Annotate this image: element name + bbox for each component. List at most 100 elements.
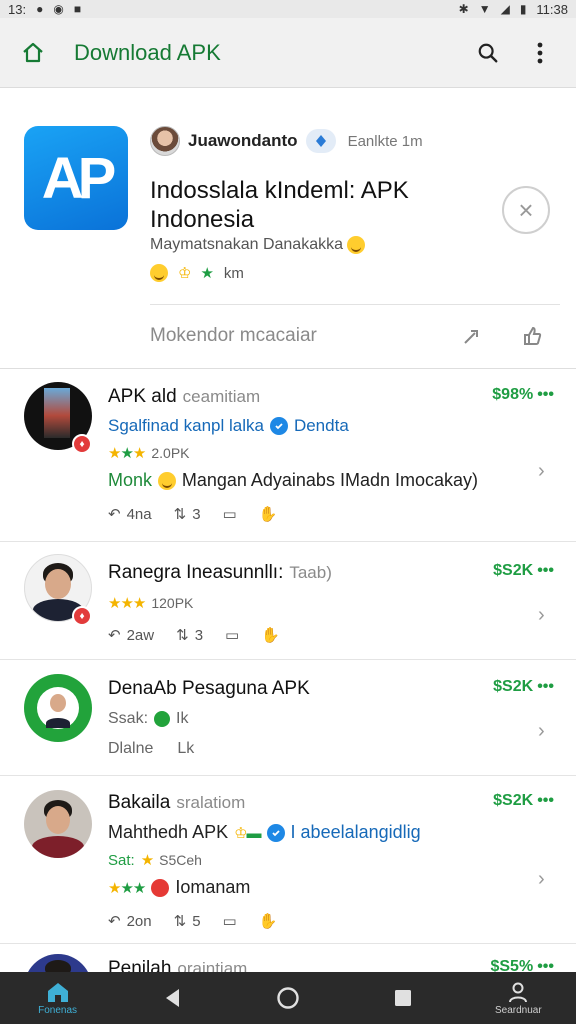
post-content: Ranegra Ineasunnllı: Taab) ★★★ 120PK ↶ 2a…: [108, 562, 478, 644]
repost-button[interactable]: ⇅ 3: [176, 626, 203, 645]
divider: [0, 368, 576, 369]
post-tag[interactable]: Mahthedh APK ♔▬ I abeelalangidlig: [108, 822, 478, 843]
share-icon[interactable]: [454, 318, 490, 354]
stars-icon: ★★★: [108, 879, 146, 897]
like-icon: ✋: [258, 506, 278, 523]
list-item[interactable]: ♦ Ranegra Ineasunnllı: Taab) ★★★ 120PK ↶…: [0, 542, 576, 660]
chevron-right-icon[interactable]: ›: [538, 461, 552, 481]
like-icon[interactable]: [514, 318, 550, 354]
nav-home[interactable]: Fonenas: [18, 972, 98, 1024]
like-button[interactable]: ✋: [261, 626, 280, 644]
list-item[interactable]: ♦ APK ald ceamitiam Sgalfinad kanpl lalk…: [0, 370, 576, 542]
post-title: APK ald ceamitiam: [108, 386, 478, 408]
nav-recents[interactable]: [363, 972, 443, 1024]
verified-icon: [266, 823, 285, 842]
chevron-right-icon[interactable]: ›: [538, 721, 552, 741]
like-button[interactable]: ✋: [259, 912, 278, 930]
battery-icon: ▮: [519, 2, 527, 16]
bookmark-button[interactable]: ▭: [223, 912, 237, 930]
badge-icon: ♦: [72, 434, 92, 454]
post-meta-1: Dlalne: [108, 740, 154, 757]
post-actions: ↶ 2on ⇅ 5 ▭ ✋: [108, 912, 478, 931]
nav-profile[interactable]: Seardnuar: [478, 972, 558, 1024]
list-item[interactable]: DenaAb Pesaguna APK Ssak: Ik Dlalne Lk $…: [0, 660, 576, 776]
status-time-right: 11:38: [536, 1, 568, 17]
avatar[interactable]: [24, 790, 92, 858]
chevron-right-icon[interactable]: ›: [538, 869, 552, 889]
bookmark-button[interactable]: ▭: [223, 505, 237, 523]
like-button[interactable]: ✋: [259, 505, 278, 523]
post-actions: ↶ 4na ⇅ 3 ▭ ✋: [108, 505, 478, 524]
avatar-face: [50, 694, 66, 712]
feature-subtitle: Maymatsnakan Danakakka: [150, 236, 365, 254]
featured-app-card[interactable]: AP Juawondanto Eanlkte 1m Indosslala kIn…: [0, 98, 576, 370]
reply-count: 2on: [126, 912, 152, 930]
post-tag[interactable]: Sgalfinad kanpl lalka Dendta: [108, 416, 478, 436]
reply-icon: ↶: [108, 627, 121, 644]
home-icon[interactable]: [18, 38, 48, 68]
post-title-sub: ceamitiam: [182, 387, 261, 406]
search-icon[interactable]: [470, 35, 506, 71]
verified-icon: [305, 129, 336, 153]
price-tag: $S2K •••: [493, 792, 554, 810]
post-tag-value: Ik: [176, 710, 189, 727]
post-title-sub: Taab): [289, 563, 332, 582]
list-item[interactable]: Bakaila sralatiom Mahthedh APK ♔▬ I abee…: [0, 776, 576, 944]
whatsapp-icon: ◉: [53, 2, 64, 16]
emoji-icon: [151, 878, 170, 897]
post-rating-prefix: Sat:: [108, 851, 135, 869]
post-title-text: Ranegra Ineasunnllı:: [108, 562, 284, 583]
like-icon: ✋: [258, 913, 278, 930]
more-icon[interactable]: •••: [537, 562, 554, 580]
author-avatar[interactable]: [150, 126, 180, 156]
more-vert-icon[interactable]: [522, 35, 558, 71]
more-icon[interactable]: •••: [537, 678, 554, 696]
post-tag: Ssak: Ik: [108, 710, 478, 728]
reply-button[interactable]: ↶ 2aw: [108, 626, 154, 645]
feature-title[interactable]: Indosslala kIndeml: APK Indonesia: [150, 176, 490, 234]
bookmark-icon: ▭: [225, 627, 240, 644]
chevron-right-icon[interactable]: ›: [538, 605, 552, 625]
post-tag-text: Sgalfinad kanpl lalka: [108, 416, 264, 435]
bluetooth-icon: ✱: [458, 2, 469, 16]
page-title: Download APK: [74, 39, 221, 65]
post-rating-text: 2.0PK: [151, 445, 190, 461]
mention-row: Mokendor mcacaiar: [150, 318, 550, 354]
divider: [150, 304, 560, 305]
post-title-text: Bakaila: [108, 792, 171, 813]
post-tag-extra: I abeelalangidlig: [290, 822, 421, 842]
post-content: Bakaila sralatiom Mahthedh APK ♔▬ I abee…: [108, 792, 478, 930]
avatar-body: [46, 718, 70, 728]
reply-button[interactable]: ↶ 4na: [108, 505, 152, 524]
avatar[interactable]: [24, 674, 92, 742]
author-name[interactable]: Juawondanto: [188, 131, 298, 151]
feature-subtitle-text: Maymatsnakan Danakakka: [150, 236, 343, 253]
signal-icon: ◢: [500, 2, 510, 16]
nav-home-label: Fonenas: [38, 1004, 78, 1016]
repost-button[interactable]: ⇅ 3: [173, 505, 201, 524]
reply-button[interactable]: ↶ 2on: [108, 912, 152, 931]
nav-profile-label: Seardnuar: [494, 1004, 542, 1016]
stars-icon: ★★★: [108, 595, 146, 612]
nav-back[interactable]: [133, 972, 213, 1024]
repost-icon: ⇅: [173, 506, 187, 523]
bookmark-button[interactable]: ▭: [225, 626, 239, 644]
close-button[interactable]: ×: [502, 186, 550, 234]
price-tag: $98% •••: [492, 386, 554, 404]
home-icon: [47, 982, 68, 1002]
repost-button[interactable]: ⇅ 5: [173, 912, 201, 931]
post-actions: ↶ 2aw ⇅ 3 ▭ ✋: [108, 626, 478, 645]
more-icon[interactable]: •••: [537, 792, 554, 810]
more-icon[interactable]: •••: [537, 386, 554, 404]
nav-home-button[interactable]: [248, 972, 328, 1024]
repost-icon: ⇅: [173, 913, 187, 930]
post-description: ★★★ Iomanam: [108, 877, 478, 898]
back-icon: [165, 989, 179, 1007]
mention-input[interactable]: Mokendor mcacaiar: [150, 325, 430, 347]
post-tag-text: Mahthedh APK: [108, 822, 229, 842]
post-title-text: APK ald: [108, 386, 177, 407]
stars-icon: ★★★: [108, 445, 146, 462]
smile-emoji-icon: [158, 471, 176, 490]
navigation-bar: Fonenas Seardnuar: [0, 972, 576, 1024]
app-poster-image: [44, 388, 70, 438]
